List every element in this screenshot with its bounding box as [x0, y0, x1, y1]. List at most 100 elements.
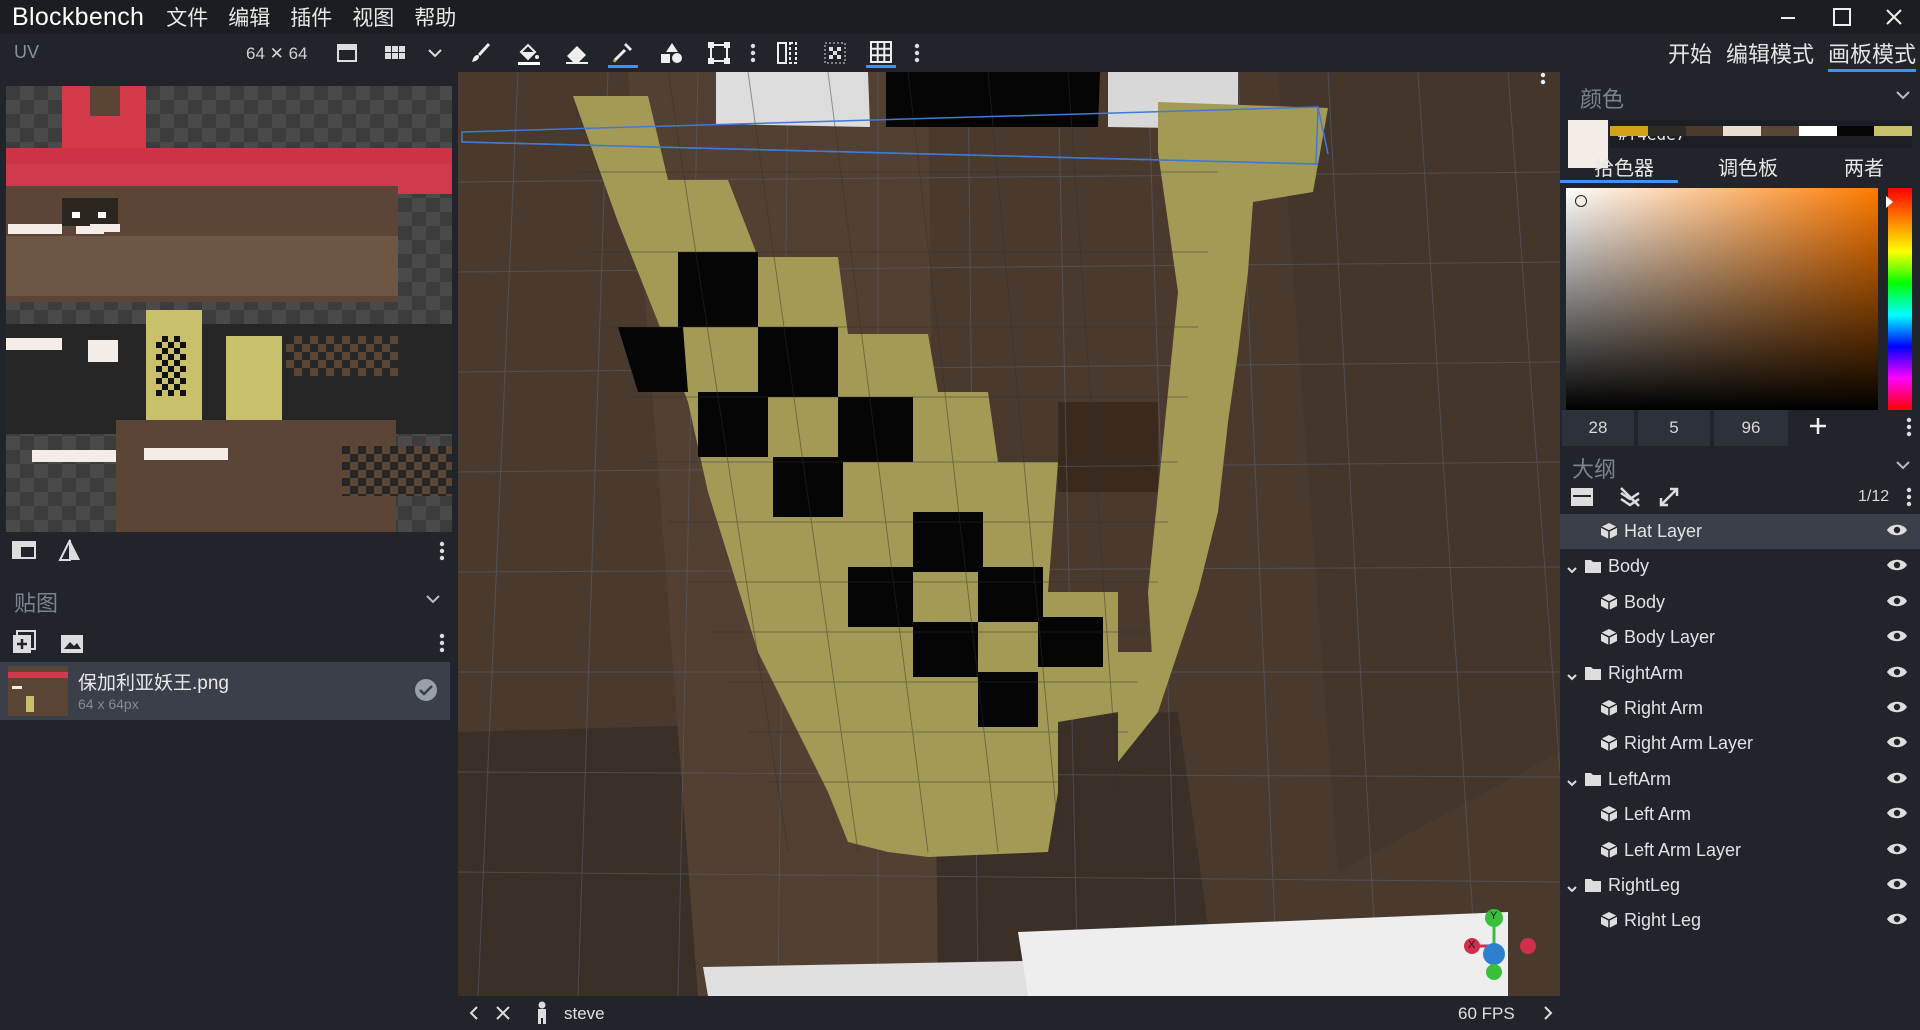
outliner-cube[interactable]: Right Arm Layer: [1560, 726, 1920, 761]
outliner-cube[interactable]: Body Layer: [1560, 620, 1920, 655]
transform-icon[interactable]: [704, 38, 734, 68]
eye-icon[interactable]: [1886, 557, 1908, 578]
chevron-down-icon[interactable]: [1894, 456, 1912, 479]
palette-swatch[interactable]: [1610, 126, 1648, 136]
eraser-icon[interactable]: [562, 38, 592, 68]
saturation-value-picker[interactable]: [1566, 188, 1878, 410]
more-vertical-icon[interactable]: [738, 38, 768, 68]
close-icon[interactable]: [1868, 0, 1920, 34]
add-texture-icon[interactable]: [12, 630, 38, 659]
eye-icon[interactable]: [1886, 805, 1908, 826]
collapse-all-icon[interactable]: [1618, 486, 1642, 513]
uv-texture-canvas[interactable]: [6, 86, 452, 532]
palette-swatch[interactable]: [1836, 126, 1875, 136]
tab-picker[interactable]: 拾色器: [1594, 152, 1654, 181]
menu-plugins[interactable]: 插件: [290, 2, 332, 32]
color-picker-icon[interactable]: [608, 38, 638, 68]
layout-icon[interactable]: [12, 540, 36, 565]
more-vertical-icon[interactable]: [1906, 416, 1912, 443]
mode-paint[interactable]: 画板模式: [1828, 37, 1917, 72]
eye-icon[interactable]: [1886, 593, 1908, 614]
chevron-down-icon[interactable]: [1566, 560, 1578, 581]
menu-edit[interactable]: 编辑: [228, 2, 270, 32]
outliner-cube[interactable]: Hat Layer: [1560, 514, 1920, 549]
outliner-group[interactable]: LeftArm: [1560, 762, 1920, 797]
fullscreen-icon[interactable]: [332, 38, 362, 68]
add-group-icon[interactable]: [1570, 486, 1594, 513]
chevron-down-icon[interactable]: [1566, 667, 1578, 688]
more-vertical-icon[interactable]: [1906, 486, 1912, 513]
check-icon[interactable]: [414, 678, 438, 707]
more-vertical-icon[interactable]: [902, 38, 932, 68]
close-icon[interactable]: [494, 1004, 512, 1027]
hue-handle-icon[interactable]: [1886, 196, 1893, 208]
eye-icon[interactable]: [1886, 664, 1908, 685]
palette-swatch[interactable]: [1685, 126, 1724, 136]
menu-view[interactable]: 视图: [352, 2, 394, 32]
folder-icon: [1584, 665, 1602, 686]
outliner-cube[interactable]: Right Leg: [1560, 903, 1920, 938]
eye-icon[interactable]: [1886, 770, 1908, 791]
axis-gizmo[interactable]: Y X: [1452, 904, 1536, 980]
outliner-group[interactable]: Body: [1560, 549, 1920, 584]
hue-slider[interactable]: [1886, 188, 1912, 410]
chevron-down-icon[interactable]: [1894, 86, 1912, 109]
texture-thumbnail: [8, 666, 68, 716]
menu-file[interactable]: 文件: [166, 2, 208, 32]
mode-start[interactable]: 开始: [1668, 37, 1712, 69]
mode-edit[interactable]: 编辑模式: [1726, 37, 1814, 69]
expand-icon[interactable]: [1658, 486, 1680, 513]
fill-bucket-icon[interactable]: [514, 38, 544, 68]
outliner-cube[interactable]: Left Arm: [1560, 797, 1920, 832]
eye-icon[interactable]: [1886, 734, 1908, 755]
chevron-right-icon[interactable]: [1540, 1004, 1556, 1027]
chevron-down-icon[interactable]: [424, 590, 442, 613]
3d-viewport[interactable]: Y X: [458, 72, 1560, 996]
menu-help[interactable]: 帮助: [414, 2, 456, 32]
checker-icon[interactable]: [820, 38, 850, 68]
palette-swatch[interactable]: [1761, 126, 1799, 136]
tab-palette[interactable]: 调色板: [1718, 152, 1778, 181]
outliner-cube[interactable]: Body: [1560, 585, 1920, 620]
more-vertical-icon[interactable]: [1540, 72, 1546, 91]
uv-title: UV: [14, 42, 40, 62]
value-field[interactable]: 96: [1714, 410, 1788, 446]
brush-icon[interactable]: [466, 38, 496, 68]
palette-swatch[interactable]: [1723, 126, 1761, 136]
outliner-group[interactable]: RightLeg: [1560, 868, 1920, 903]
eye-icon[interactable]: [1886, 841, 1908, 862]
pixel-grid-icon[interactable]: [866, 38, 896, 68]
status-bar: steve 60 FPS: [458, 996, 1560, 1030]
chevron-down-icon[interactable]: [420, 38, 450, 68]
palette-swatch[interactable]: [1874, 126, 1912, 136]
outliner-group[interactable]: RightArm: [1560, 656, 1920, 691]
tab-both[interactable]: 两者: [1844, 152, 1884, 181]
picker-handle[interactable]: [1575, 195, 1587, 207]
eye-icon[interactable]: [1886, 699, 1908, 720]
palette-swatch[interactable]: [1798, 126, 1837, 136]
outliner-cube[interactable]: Right Arm: [1560, 691, 1920, 726]
hue-field[interactable]: 28: [1562, 410, 1634, 446]
more-vertical-icon[interactable]: [439, 632, 445, 659]
texture-list-item[interactable]: 保加利亚妖王.png 64 x 64px: [0, 662, 450, 720]
eye-icon[interactable]: [1886, 911, 1908, 932]
maximize-icon[interactable]: [1816, 0, 1868, 34]
eye-icon[interactable]: [1886, 628, 1908, 649]
chevron-down-icon[interactable]: [1566, 879, 1578, 900]
palette-swatch[interactable]: [1647, 126, 1686, 136]
eye-icon[interactable]: [1886, 522, 1908, 543]
minimize-icon[interactable]: [1762, 0, 1814, 34]
add-color-icon[interactable]: [1808, 416, 1828, 441]
import-texture-icon[interactable]: [60, 632, 84, 659]
chevron-down-icon[interactable]: [1566, 773, 1578, 794]
saturation-field[interactable]: 5: [1638, 410, 1710, 446]
mirror-painting-icon[interactable]: [772, 38, 802, 68]
eye-icon[interactable]: [1886, 876, 1908, 897]
uv-mirror-icon[interactable]: [58, 538, 82, 567]
grid-layout-icon[interactable]: [380, 38, 410, 68]
outliner-cube[interactable]: Left Arm Layer: [1560, 833, 1920, 868]
outliner-tree: Hat Layer Body Body Body Layer RightArm Right…: [1560, 514, 1920, 1030]
shapes-icon[interactable]: [656, 38, 686, 68]
more-vertical-icon[interactable]: [439, 540, 445, 567]
chevron-left-icon[interactable]: [466, 1004, 482, 1027]
